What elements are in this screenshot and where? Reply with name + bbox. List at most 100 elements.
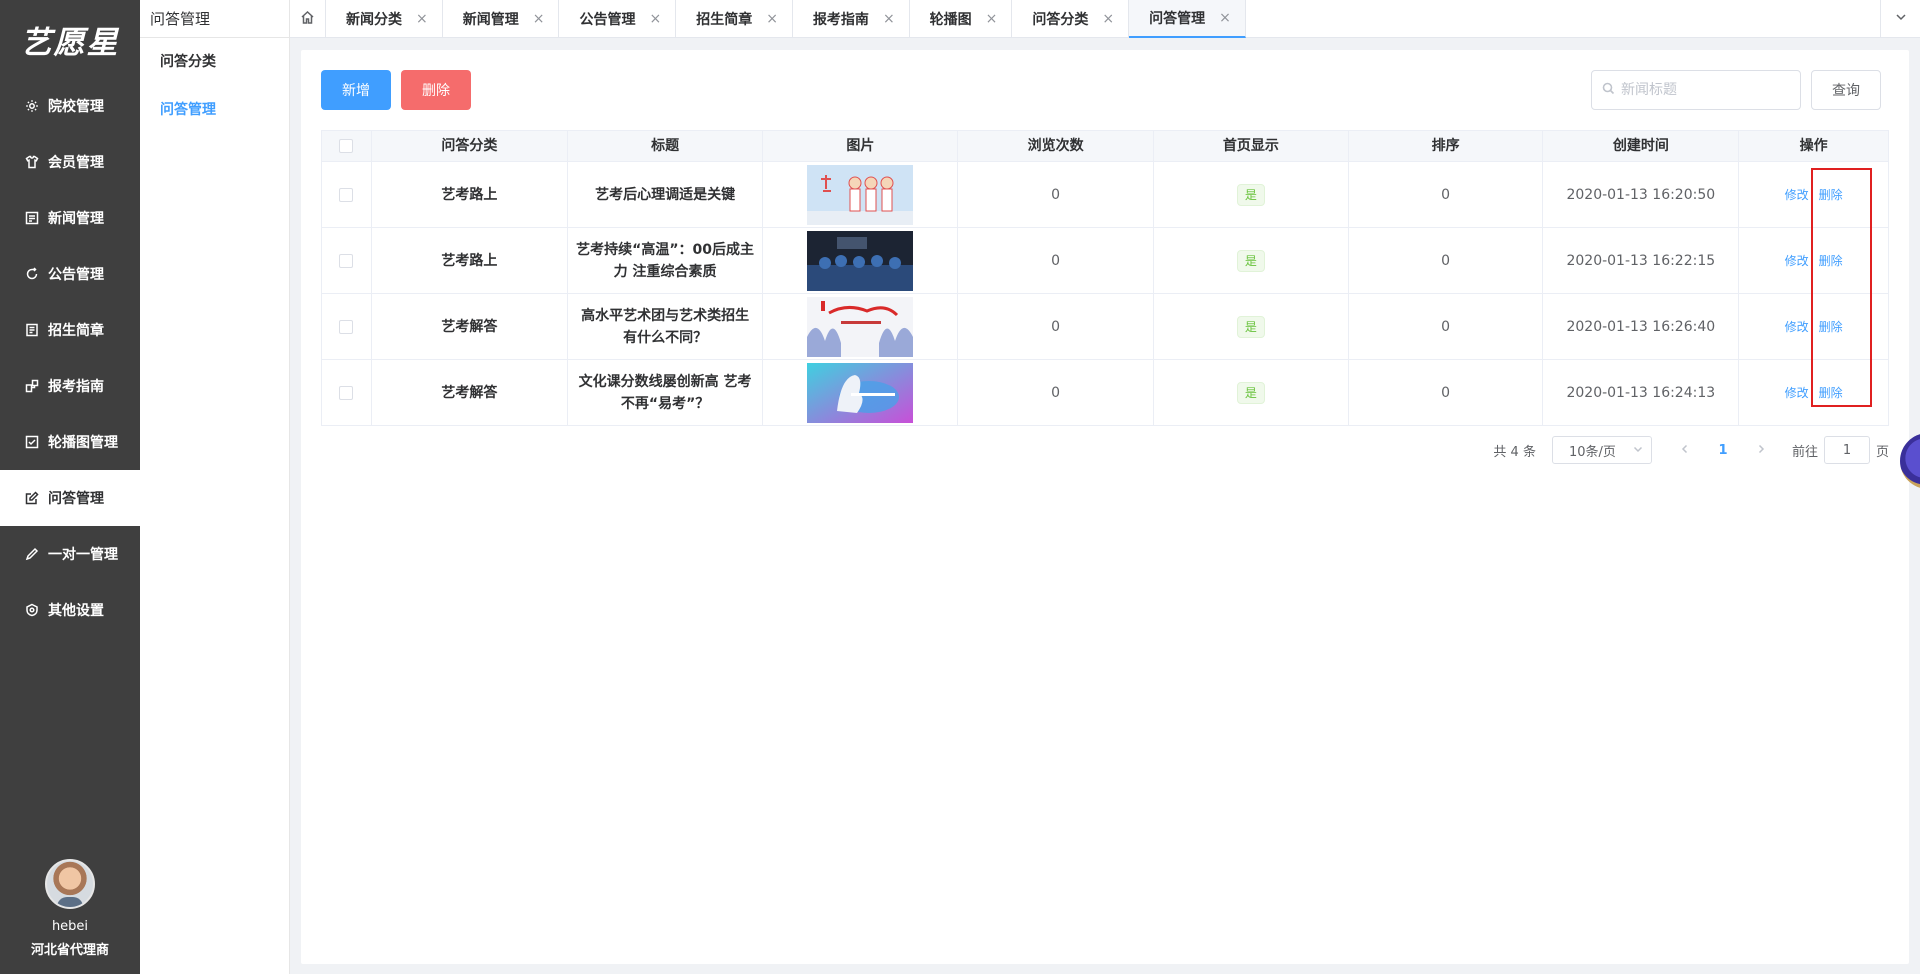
tab-news-category[interactable]: 新闻分类 × — [326, 0, 443, 38]
submenu-item-qa-manage[interactable]: 问答管理 — [140, 86, 289, 134]
title-cell: 高水平艺术团与艺术类招生有什么不同？ — [568, 294, 764, 359]
main-content: 新增 删除 查询 问答分类 标题 图片 浏览次数 首页显示 排序 创建时间 操作… — [301, 50, 1909, 964]
homepage-cell: 是 — [1154, 294, 1349, 359]
column-header: 标题 — [567, 131, 764, 161]
sidebar-item-news[interactable]: 新闻管理 — [0, 190, 140, 246]
chevron-down-icon — [1895, 11, 1907, 27]
views-cell: 0 — [958, 294, 1154, 359]
thumbnail-image — [807, 362, 914, 423]
sidebar-item-other-settings[interactable]: 其他设置 — [0, 582, 140, 638]
sidebar-item-schools[interactable]: 院校管理 — [0, 78, 140, 134]
sidebar-item-carousel[interactable]: 轮播图管理 — [0, 414, 140, 470]
chevron-right-icon — [1756, 443, 1766, 458]
add-button[interactable]: 新增 — [321, 70, 391, 110]
tab-label: 轮播图 — [929, 12, 972, 28]
delete-link[interactable]: 删除 — [1819, 250, 1843, 272]
table-row: 艺考路上 艺考后心理调适是关键 0 是 0 2020-01-13 16:20:5… — [322, 162, 1888, 228]
tabs-more-button[interactable] — [1880, 0, 1920, 38]
delete-link[interactable]: 删除 — [1819, 184, 1843, 206]
category-cell: 艺考路上 — [372, 228, 568, 293]
created-time-cell: 2020-01-13 16:24:13 — [1543, 360, 1740, 425]
close-icon[interactable]: × — [986, 11, 998, 27]
tab-label: 报考指南 — [812, 12, 869, 28]
row-checkbox[interactable] — [339, 385, 354, 400]
close-icon[interactable]: × — [766, 11, 778, 27]
submenu-item-qa-category[interactable]: 问答分类 — [140, 38, 289, 86]
column-header: 首页显示 — [1153, 131, 1349, 161]
close-icon[interactable]: × — [416, 11, 428, 27]
close-icon[interactable]: × — [883, 11, 895, 27]
actions-cell: 修改 删除 — [1739, 294, 1888, 359]
table-row: 艺考解答 高水平艺术团与艺术类招生有什么不同？ 0 是 0 2020-01-13… — [322, 294, 1888, 360]
sidebar-item-guide[interactable]: 报考指南 — [0, 358, 140, 414]
edit-link[interactable]: 修改 — [1785, 250, 1809, 272]
edit-link[interactable]: 修改 — [1785, 382, 1809, 404]
row-checkbox[interactable] — [339, 187, 354, 202]
goto-page-input[interactable]: 1 — [1823, 436, 1870, 464]
user-profile[interactable]: hebei 河北省代理商 — [0, 859, 140, 958]
sidebar-item-members[interactable]: 会员管理 — [0, 134, 140, 190]
edit-link[interactable]: 修改 — [1785, 316, 1809, 338]
sidebar-item-label: 一对一管理 — [48, 547, 118, 563]
prev-page-button[interactable] — [1670, 436, 1700, 464]
select-all-cell — [322, 131, 372, 161]
row-checkbox[interactable] — [339, 319, 354, 334]
page-size-select[interactable]: 10条/页 — [1551, 436, 1652, 464]
tab-qa-manage[interactable]: 问答管理 × — [1129, 0, 1246, 38]
column-header: 操作 — [1739, 131, 1889, 161]
tab-admissions[interactable]: 招生简章 × — [676, 0, 793, 38]
edit-link[interactable]: 修改 — [1785, 184, 1809, 206]
created-time-cell: 2020-01-13 16:20:50 — [1543, 162, 1740, 227]
tab-qa-category[interactable]: 问答分类 × — [1012, 0, 1130, 38]
submenu-title: 问答管理 — [140, 0, 289, 38]
sidebar-item-admissions[interactable]: 招生简章 — [0, 302, 140, 358]
search-field[interactable] — [1591, 70, 1801, 110]
sidebar-item-label: 其他设置 — [48, 603, 104, 619]
sidebar-item-label: 公告管理 — [48, 267, 104, 283]
sidebar-item-one-on-one[interactable]: 一对一管理 — [0, 526, 140, 582]
tab-news-manage[interactable]: 新闻管理 × — [443, 0, 560, 38]
image-cell — [763, 360, 959, 425]
page-number-current[interactable]: 1 — [1708, 443, 1738, 458]
pagination-total: 共 4 条 — [1493, 444, 1536, 460]
query-button[interactable]: 查询 — [1811, 70, 1881, 110]
close-icon[interactable]: × — [649, 11, 661, 27]
next-page-button[interactable] — [1746, 436, 1776, 464]
main-sidebar: 艺愿星 院校管理 会员管理 新闻管理 公告管理 招生简章 报考指南 轮播图管理 — [0, 0, 140, 974]
close-icon[interactable]: × — [533, 11, 545, 27]
brand-logo[interactable]: 艺愿星 — [0, 0, 140, 78]
sidebar-item-notices[interactable]: 公告管理 — [0, 246, 140, 302]
category-cell: 艺考解答 — [372, 294, 568, 359]
views-cell: 0 — [958, 162, 1154, 227]
sidebar-item-qa[interactable]: 问答管理 — [0, 470, 140, 526]
sidebar-item-label: 院校管理 — [48, 99, 104, 115]
document-icon — [25, 211, 39, 225]
tab-home[interactable] — [290, 0, 326, 38]
search-icon — [1602, 82, 1621, 99]
row-checkbox[interactable] — [339, 253, 354, 268]
goto-suffix: 页 — [1875, 444, 1889, 460]
homepage-cell: 是 — [1154, 228, 1349, 293]
select-all-checkbox[interactable] — [339, 139, 354, 153]
close-icon[interactable]: × — [1219, 10, 1231, 26]
tab-label: 问答管理 — [1149, 11, 1206, 27]
table-row: 艺考解答 文化课分数线屡创新高 艺考不再“易考”？ 0 是 0 2020-01-… — [322, 360, 1888, 425]
avatar[interactable] — [45, 859, 95, 909]
tab-label: 问答分类 — [1032, 12, 1089, 28]
home-icon — [300, 10, 315, 29]
tab-guide[interactable]: 报考指南 × — [793, 0, 910, 38]
sidebar-item-label: 轮播图管理 — [48, 435, 118, 451]
row-select-cell — [322, 294, 372, 359]
views-cell: 0 — [958, 360, 1154, 425]
delete-link[interactable]: 删除 — [1819, 382, 1843, 404]
close-icon[interactable]: × — [1102, 11, 1114, 27]
search-input[interactable] — [1621, 82, 1791, 98]
tab-carousel[interactable]: 轮播图 × — [910, 0, 1013, 38]
created-time-cell: 2020-01-13 16:22:15 — [1543, 228, 1740, 293]
batch-delete-button[interactable]: 删除 — [401, 70, 471, 110]
tab-notice-manage[interactable]: 公告管理 × — [559, 0, 677, 38]
delete-link[interactable]: 删除 — [1819, 316, 1843, 338]
sort-cell: 0 — [1349, 360, 1544, 425]
sort-cell: 0 — [1349, 294, 1544, 359]
user-role: 河北省代理商 — [30, 943, 109, 958]
